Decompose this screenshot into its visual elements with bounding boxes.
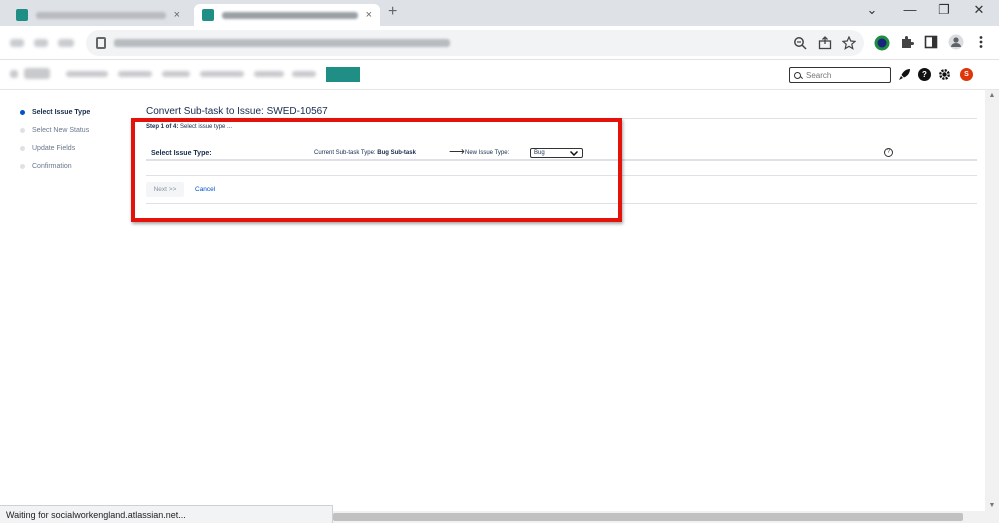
back-icon[interactable] — [10, 39, 24, 47]
status-bar: Waiting for socialworkengland.atlassian.… — [0, 505, 333, 523]
step-select-new-status: Select New Status — [20, 126, 90, 144]
lock-icon — [96, 37, 106, 49]
nav-item-blurred[interactable] — [200, 71, 244, 77]
cancel-link[interactable]: Cancel — [195, 186, 215, 193]
product-logo-blurred[interactable] — [24, 68, 50, 79]
scroll-down-icon[interactable]: ▼ — [985, 502, 999, 509]
next-button[interactable]: Next >> — [146, 182, 184, 197]
nav-item-blurred[interactable] — [118, 71, 152, 77]
restore-icon[interactable]: ❐ — [934, 2, 954, 18]
step-confirmation: Confirmation — [20, 162, 90, 180]
new-tab-icon[interactable]: + — [388, 3, 397, 21]
close-tab-icon[interactable]: × — [174, 9, 180, 21]
url-text-blurred[interactable] — [114, 39, 450, 47]
share-icon[interactable] — [818, 36, 832, 50]
nav-item-blurred[interactable] — [292, 71, 316, 77]
minimize-icon[interactable]: — — [900, 2, 920, 17]
search-icon — [794, 71, 801, 79]
side-panel-icon[interactable] — [924, 35, 938, 49]
bookmark-star-icon[interactable] — [842, 36, 856, 50]
page-title: Convert Sub-task to Issue: SWED-10567 — [146, 106, 328, 117]
horizontal-scrollbar[interactable] — [333, 511, 985, 523]
step-label: Confirmation — [32, 163, 72, 170]
step-label: Select Issue Type — [32, 109, 91, 116]
scrollbar-thumb[interactable] — [333, 513, 963, 521]
help-icon[interactable]: ? — [918, 68, 931, 81]
browser-tab-strip: × × + ⌄ — ❐ ✕ — [0, 0, 999, 26]
nav-item-blurred[interactable] — [66, 71, 108, 77]
step-update-fields: Update Fields — [20, 144, 90, 162]
step-label: Select New Status — [32, 127, 90, 134]
nav-item-blurred[interactable] — [254, 71, 284, 77]
extensions-puzzle-icon[interactable] — [900, 35, 914, 49]
divider — [146, 159, 977, 161]
scroll-up-icon[interactable]: ▲ — [985, 92, 999, 99]
window-close-icon[interactable]: ✕ — [969, 2, 989, 18]
step-dot-icon — [20, 146, 25, 151]
tab-title-blurred — [36, 11, 166, 19]
address-bar[interactable] — [86, 30, 864, 56]
select-issue-type-label: Select Issue Type: — [151, 150, 212, 157]
current-subtask-type: Current Sub-task Type: Bug Sub-task — [314, 150, 416, 156]
forward-icon[interactable] — [34, 39, 48, 47]
tab-favicon — [202, 9, 214, 21]
tab-search-chevron-icon[interactable]: ⌄ — [862, 2, 882, 18]
selected-value: Bug — [534, 150, 545, 156]
help-question-icon[interactable]: ? — [884, 148, 893, 157]
extension-badge-icon[interactable] — [874, 35, 890, 51]
browser-tab-active[interactable]: × — [194, 4, 380, 26]
step-current-dot-icon — [20, 110, 25, 115]
step-dot-icon — [20, 128, 25, 133]
profile-icon[interactable] — [948, 34, 964, 50]
app-header: ? S — [0, 60, 999, 90]
search-box[interactable] — [789, 67, 891, 83]
divider — [146, 175, 977, 176]
chevron-down-icon — [570, 151, 578, 156]
browser-toolbar — [0, 26, 999, 60]
wizard-steps: Select Issue Type Select New Status Upda… — [20, 108, 90, 180]
step-prefix: Step 1 of 4: — [146, 124, 179, 130]
current-type-value: Bug Sub-task — [377, 150, 416, 156]
search-input[interactable] — [806, 70, 886, 80]
browser-tab-inactive[interactable]: × — [8, 4, 188, 26]
app-switcher-icon[interactable] — [10, 70, 18, 78]
red-highlight-box — [131, 118, 622, 222]
step-select-issue-type: Select Issue Type — [20, 108, 90, 126]
step-indicator: Step 1 of 4: Select issue type ... — [146, 124, 232, 130]
step-dot-icon — [20, 164, 25, 169]
new-issue-type-select[interactable]: Bug — [530, 148, 583, 158]
tab-title-blurred — [222, 11, 358, 19]
create-button-blurred[interactable] — [326, 67, 360, 82]
browser-menu-icon[interactable] — [978, 35, 984, 49]
vertical-scrollbar[interactable]: ▲ ▼ — [985, 90, 999, 523]
tab-favicon — [16, 9, 28, 21]
current-type-label: Current Sub-task Type: — [314, 150, 376, 156]
close-tab-icon[interactable]: × — [366, 9, 372, 21]
step-label: Update Fields — [32, 145, 76, 152]
divider — [146, 203, 977, 204]
user-avatar[interactable]: S — [960, 68, 973, 81]
nav-item-blurred[interactable] — [162, 71, 190, 77]
arrow-right-icon: ⟶ — [449, 146, 465, 158]
reload-icon[interactable] — [58, 39, 74, 47]
notifications-rocket-icon[interactable] — [898, 68, 911, 81]
step-description: Select issue type ... — [180, 124, 233, 130]
new-issue-type-label: New Issue Type: — [465, 150, 510, 156]
zoom-icon[interactable] — [793, 36, 807, 50]
settings-gear-icon[interactable] — [938, 68, 951, 81]
divider — [146, 118, 977, 119]
